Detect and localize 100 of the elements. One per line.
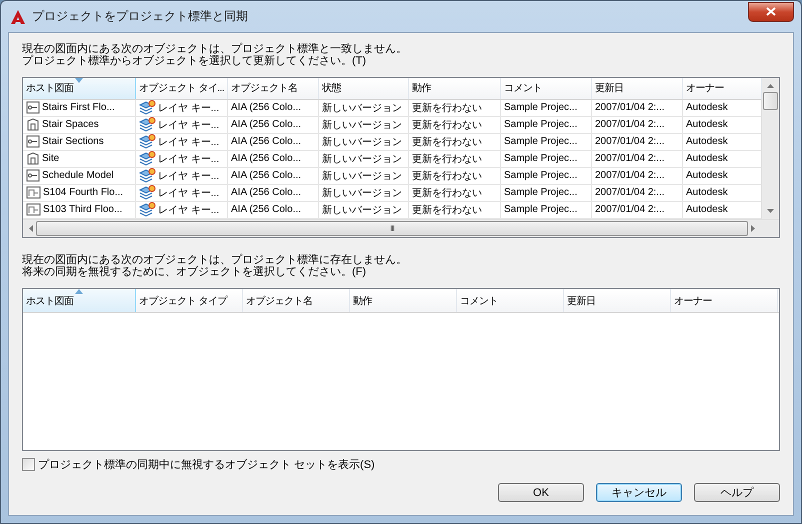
table-cell: S103 Third Floo... — [43, 204, 122, 216]
table-cell-text: 新しいバージョン — [322, 102, 402, 115]
table-cell: Sample Projec... — [504, 102, 578, 114]
table-cell: AIA (256 Colo... — [231, 187, 302, 198]
dialog-button[interactable]: ヘルプ — [694, 483, 780, 502]
table-cell: Autodesk — [686, 153, 728, 164]
table-cell: Schedule Model — [42, 170, 114, 182]
table-cell-text: 新しいバージョン — [322, 204, 402, 217]
table-cell: Sample Projec... — [504, 187, 578, 198]
table-cell: 2007/01/04 2:... — [595, 119, 665, 130]
table-cell: 2007/01/04 2:... — [595, 102, 665, 114]
column-header[interactable]: 動作 — [409, 78, 501, 99]
view-icon — [26, 169, 40, 182]
instruction-text: 現在の図面内にある次のオブジェクトは、プロジェクト標準に存在しません。 — [22, 254, 408, 266]
layer-key-icon — [139, 151, 156, 166]
table-cell-text: 新しいバージョン — [322, 186, 402, 200]
column-header[interactable]: オーナー — [671, 289, 778, 312]
table-cell-text: レイヤ キー... — [158, 186, 220, 200]
table-cell: AIA (256 Colo... — [231, 153, 302, 164]
table-cell-text: レイヤ キー... — [158, 170, 220, 183]
layer-key-icon — [139, 202, 156, 218]
window-title: プロジェクトをプロジェクト標準と同期 — [32, 8, 249, 25]
column-header[interactable]: コメント — [457, 289, 564, 312]
horizontal-scrollbar[interactable]: III — [23, 219, 779, 237]
checkbox-label: プロジェクト標準の同期中に無視するオブジェクト セットを表示(S) — [38, 458, 375, 472]
table-cell: Sample Projec... — [504, 170, 578, 182]
table-cell-text: 更新を行わない — [412, 204, 482, 217]
building-icon — [26, 118, 40, 132]
table-cell: 2007/01/04 2:... — [595, 170, 665, 182]
scrollbar-thumb[interactable] — [763, 92, 778, 110]
table-cell-text: レイヤ キー... — [158, 204, 220, 217]
table-cell: S104 Fourth Flo... — [43, 187, 124, 198]
table-cell: 2007/01/04 2:... — [595, 187, 665, 198]
table-cell-text: レイヤ キー... — [158, 102, 220, 115]
table-cell-text: 更新を行わない — [412, 186, 482, 200]
column-header[interactable]: オブジェクト名 — [228, 78, 319, 99]
layer-key-icon — [139, 117, 156, 132]
column-header[interactable]: 更新日 — [592, 78, 683, 99]
dialog-button[interactable]: OK — [498, 483, 584, 502]
instruction-text: プロジェクト標準からオブジェクトを選択して更新してください。(T) — [22, 55, 368, 67]
instruction-text: 現在の図面内にある次のオブジェクトは、プロジェクト標準と一致しません。 — [22, 43, 408, 55]
table-cell: Site — [42, 153, 60, 164]
sheet-icon — [26, 203, 41, 216]
column-header[interactable]: ホスト図面 — [23, 78, 136, 99]
table-cell: Autodesk — [686, 204, 728, 216]
close-icon — [766, 7, 776, 16]
table-cell: AIA (256 Colo... — [231, 119, 302, 130]
sheet-icon — [26, 186, 41, 200]
table-cell: AIA (256 Colo... — [231, 204, 302, 216]
scrollbar-thumb[interactable]: III — [36, 221, 748, 236]
column-header[interactable]: コメント — [501, 78, 592, 99]
scroll-down-icon — [767, 209, 774, 213]
view-icon — [26, 135, 40, 148]
table-cell-text: レイヤ キー... — [158, 152, 220, 166]
column-header[interactable]: 更新日 — [564, 289, 671, 312]
table-cell: Stairs First Flo... — [42, 102, 115, 114]
table-cell: 2007/01/04 2:... — [595, 153, 665, 164]
app-logo-icon — [10, 8, 26, 24]
column-header[interactable]: オーナー — [683, 78, 762, 99]
table-row[interactable]: Stair Sections レイヤ キー... AIA (256 Colo... 新しいバージョン 更新を行わない Sample Projec... 2007/01/04 2:... Autodesk — [23, 134, 761, 151]
building-icon — [26, 152, 40, 166]
column-header[interactable]: オブジェクト タイ... — [136, 78, 228, 99]
table-cell: Autodesk — [686, 170, 728, 182]
table-row[interactable]: S104 Fourth Flo... レイヤ キー... AIA (256 Colo... 新しいバージョン 更新を行わない Sample Projec... 2007/01/04 2:... Autodesk — [23, 184, 761, 202]
table-row[interactable]: Stair Spaces レイヤ キー... AIA (256 Colo... 新しいバージョン 更新を行わない Sample Projec... 2007/01/04 2:... Autodesk — [23, 116, 761, 134]
checkbox[interactable] — [22, 458, 35, 471]
table-row[interactable]: Stairs First Flo... レイヤ キー... AIA (256 Colo... 新しいバージョン 更新を行わない Sample Projec... 2007/01/04 2:... Autodesk — [23, 100, 761, 117]
table-cell: Stair Sections — [42, 136, 104, 148]
table-cell: Autodesk — [686, 102, 728, 114]
table-cell-text: 新しいバージョン — [322, 136, 402, 149]
table-cell-text: レイヤ キー... — [158, 136, 220, 149]
table-cell: Autodesk — [686, 187, 728, 198]
table-cell: Sample Projec... — [504, 153, 578, 164]
table-row[interactable]: Site レイヤ キー... AIA (256 Colo... 新しいバージョン 更新を行わない Sample Projec... 2007/01/04 2:... Autodesk — [23, 150, 761, 168]
layer-key-icon — [139, 185, 156, 200]
table-cell: Stair Spaces — [42, 119, 99, 130]
scroll-left-icon — [29, 225, 33, 232]
table-cell-text: 更新を行わない — [412, 136, 482, 149]
column-header[interactable]: 状態 — [319, 78, 409, 99]
table-cell-text: 新しいバージョン — [322, 118, 402, 132]
dialog-button[interactable]: キャンセル — [596, 483, 682, 502]
table-cell: 2007/01/04 2:... — [595, 136, 665, 148]
table-row[interactable]: Schedule Model レイヤ キー... AIA (256 Colo... 新しいバージョン 更新を行わない Sample Projec... 2007/01/04 2:... Autodesk — [23, 168, 761, 185]
table-cell-text: 更新を行わない — [412, 118, 482, 132]
scroll-grip: III — [390, 224, 394, 233]
table-cell-text: 新しいバージョン — [322, 170, 402, 183]
table-cell-text: 更新を行わない — [412, 102, 482, 115]
table-cell-text: 更新を行わない — [412, 152, 482, 166]
table-cell: AIA (256 Colo... — [231, 170, 302, 182]
scroll-up-icon — [767, 84, 774, 88]
layer-key-icon — [139, 100, 156, 116]
scroll-right-icon — [751, 225, 755, 232]
column-header[interactable]: ホスト図面 — [23, 289, 136, 312]
column-header[interactable]: オブジェクト名 — [243, 289, 350, 312]
column-header[interactable]: 動作 — [350, 289, 457, 312]
table-cell: Sample Projec... — [504, 119, 578, 130]
vertical-scrollbar[interactable] — [761, 78, 779, 219]
close-button[interactable] — [748, 2, 794, 22]
column-header[interactable]: オブジェクト タイプ — [136, 289, 243, 312]
instruction-text: 将来の同期を無視するために、オブジェクトを選択してください。(F) — [22, 266, 368, 278]
